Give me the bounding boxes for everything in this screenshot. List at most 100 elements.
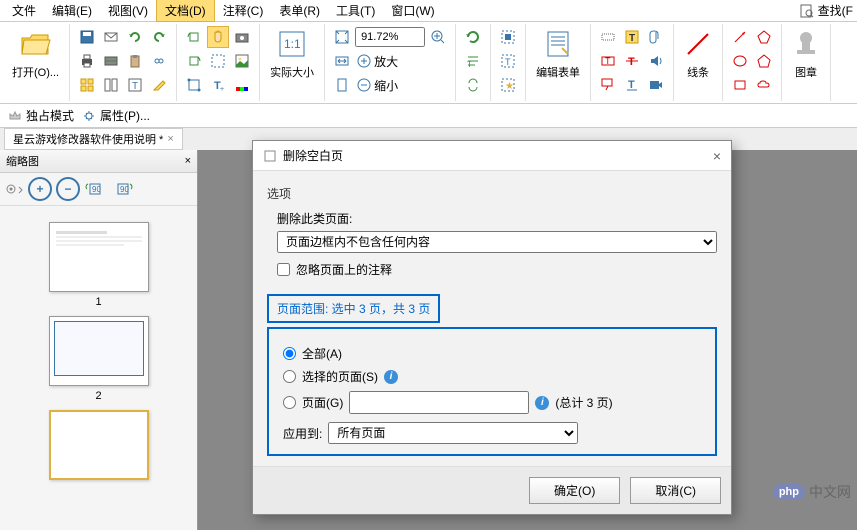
folder-open-icon bbox=[20, 26, 52, 62]
menu-window[interactable]: 窗口(W) bbox=[383, 0, 442, 21]
form-star-icon[interactable]: ★ bbox=[497, 74, 519, 96]
rotate-left-icon[interactable] bbox=[183, 26, 205, 48]
callout-icon[interactable] bbox=[597, 74, 619, 96]
zoom-out-icon[interactable]: 缩小 bbox=[355, 74, 399, 96]
close-icon[interactable]: × bbox=[713, 148, 721, 164]
redo-icon[interactable] bbox=[148, 26, 170, 48]
actual-size-button[interactable]: 1:1 实际大小 bbox=[264, 24, 320, 82]
ellipse-icon[interactable] bbox=[729, 50, 751, 72]
lines-button[interactable]: 线条 bbox=[678, 24, 718, 82]
video-icon[interactable] bbox=[645, 74, 667, 96]
exclusive-mode-button[interactable]: 独占模式 bbox=[8, 107, 74, 124]
pen-icon[interactable] bbox=[148, 74, 170, 96]
camera-icon[interactable] bbox=[231, 26, 253, 48]
svg-text:+: + bbox=[220, 86, 224, 93]
rotate-right-thumb-icon[interactable]: 90 bbox=[112, 179, 136, 199]
thumbnail-icon[interactable] bbox=[76, 74, 98, 96]
radio-pages[interactable] bbox=[283, 396, 296, 409]
text-move-icon[interactable]: T bbox=[124, 74, 146, 96]
zoom-in-thumb-icon[interactable]: + bbox=[28, 177, 52, 201]
doc-pair-icon[interactable] bbox=[100, 74, 122, 96]
radio-all[interactable] bbox=[283, 347, 296, 360]
info-icon-2[interactable]: i bbox=[535, 396, 549, 410]
fit-width-icon[interactable] bbox=[331, 50, 353, 72]
text-tool-icon[interactable]: T bbox=[621, 26, 643, 48]
text-reflow-icon[interactable]: T bbox=[462, 50, 484, 72]
gear-icon bbox=[82, 109, 96, 123]
form-icon bbox=[544, 26, 572, 62]
strikethrough-icon[interactable]: T bbox=[621, 50, 643, 72]
apply-to-select[interactable]: 所有页面 bbox=[328, 422, 578, 444]
hand-tool-icon[interactable] bbox=[207, 26, 229, 48]
edit-form-button[interactable]: 编辑表单 bbox=[530, 24, 586, 82]
print-icon[interactable] bbox=[76, 50, 98, 72]
page-input[interactable] bbox=[349, 391, 529, 414]
properties-button[interactable]: 属性(P)... bbox=[82, 107, 150, 124]
document-tab[interactable]: 星云游戏修改器软件使用说明 * × bbox=[4, 128, 183, 150]
attachment-icon[interactable] bbox=[645, 26, 667, 48]
lines-icon bbox=[684, 26, 712, 62]
form-align-icon[interactable] bbox=[497, 26, 519, 48]
svg-text:★: ★ bbox=[505, 81, 514, 92]
mail-icon[interactable] bbox=[100, 26, 122, 48]
menu-edit[interactable]: 编辑(E) bbox=[44, 0, 100, 21]
text-insert-icon[interactable]: T+ bbox=[207, 74, 229, 96]
zoom-input[interactable] bbox=[355, 27, 425, 47]
arrow-icon[interactable] bbox=[729, 26, 751, 48]
rotate-right-icon[interactable] bbox=[183, 50, 205, 72]
stamp-button[interactable]: 图章 bbox=[786, 24, 826, 82]
color-picker-icon[interactable] bbox=[231, 74, 253, 96]
underline-icon[interactable]: T bbox=[621, 74, 643, 96]
link-icon[interactable] bbox=[148, 50, 170, 72]
rotate-left-thumb-icon[interactable]: 90 bbox=[84, 179, 108, 199]
menu-document[interactable]: 文档(D) bbox=[156, 0, 215, 22]
menu-tool[interactable]: 工具(T) bbox=[328, 0, 383, 21]
menu-form[interactable]: 表单(R) bbox=[271, 0, 328, 21]
close-tab-icon[interactable]: × bbox=[167, 133, 173, 145]
polygon-icon[interactable] bbox=[753, 26, 775, 48]
undo-icon[interactable] bbox=[124, 26, 146, 48]
fit-page-icon[interactable] bbox=[331, 26, 353, 48]
panel-close-icon[interactable]: × bbox=[185, 155, 191, 167]
clipboard-icon[interactable] bbox=[124, 50, 146, 72]
menu-comment[interactable]: 注释(C) bbox=[215, 0, 272, 21]
zoom-out-thumb-icon[interactable]: − bbox=[56, 177, 80, 201]
scan-icon[interactable] bbox=[100, 50, 122, 72]
rectangle-icon[interactable] bbox=[729, 74, 751, 96]
menu-find[interactable]: 查找(F bbox=[818, 2, 853, 19]
form-text-icon[interactable]: T bbox=[497, 50, 519, 72]
radio-selected-label: 选择的页面(S) bbox=[302, 368, 378, 385]
menu-view[interactable]: 视图(V) bbox=[100, 0, 156, 21]
radio-selected[interactable] bbox=[283, 370, 296, 383]
ok-button[interactable]: 确定(O) bbox=[529, 477, 620, 504]
ignore-annotations-checkbox[interactable] bbox=[277, 263, 290, 276]
ignore-annotations-label: 忽略页面上的注释 bbox=[296, 261, 392, 278]
sub-toolbar: 独占模式 属性(P)... bbox=[0, 104, 857, 128]
refresh-icon[interactable] bbox=[462, 26, 484, 48]
cancel-button[interactable]: 取消(C) bbox=[630, 477, 721, 504]
sync-icon[interactable] bbox=[462, 74, 484, 96]
gear-dropdown-icon[interactable] bbox=[4, 181, 24, 197]
info-icon[interactable]: i bbox=[384, 370, 398, 384]
zoom-plus-icon[interactable] bbox=[427, 26, 449, 48]
cloud-icon[interactable] bbox=[753, 74, 775, 96]
select-tool-icon[interactable] bbox=[207, 50, 229, 72]
menu-file[interactable]: 文件 bbox=[4, 0, 44, 21]
zoom-in-icon[interactable]: 放大 bbox=[355, 50, 399, 72]
sound-icon[interactable] bbox=[645, 50, 667, 72]
dialog-icon bbox=[263, 149, 277, 163]
open-button[interactable]: 打开(O)... bbox=[6, 24, 65, 82]
find-icon[interactable] bbox=[800, 4, 814, 18]
form-field-icon[interactable] bbox=[597, 26, 619, 48]
save-icon[interactable] bbox=[76, 26, 98, 48]
crop-icon[interactable] bbox=[183, 74, 205, 96]
fit-height-icon[interactable] bbox=[331, 74, 353, 96]
thumbnail-2[interactable]: 2 bbox=[8, 316, 189, 402]
text-box-icon[interactable]: T bbox=[597, 50, 619, 72]
thumbnail-1[interactable]: 1 bbox=[8, 222, 189, 308]
image-icon[interactable] bbox=[231, 50, 253, 72]
one-to-one-icon: 1:1 bbox=[278, 26, 306, 62]
pentagon-icon[interactable] bbox=[753, 50, 775, 72]
delete-type-select[interactable]: 页面边框内不包含任何内容 bbox=[277, 231, 717, 253]
thumbnail-3[interactable] bbox=[8, 410, 189, 480]
